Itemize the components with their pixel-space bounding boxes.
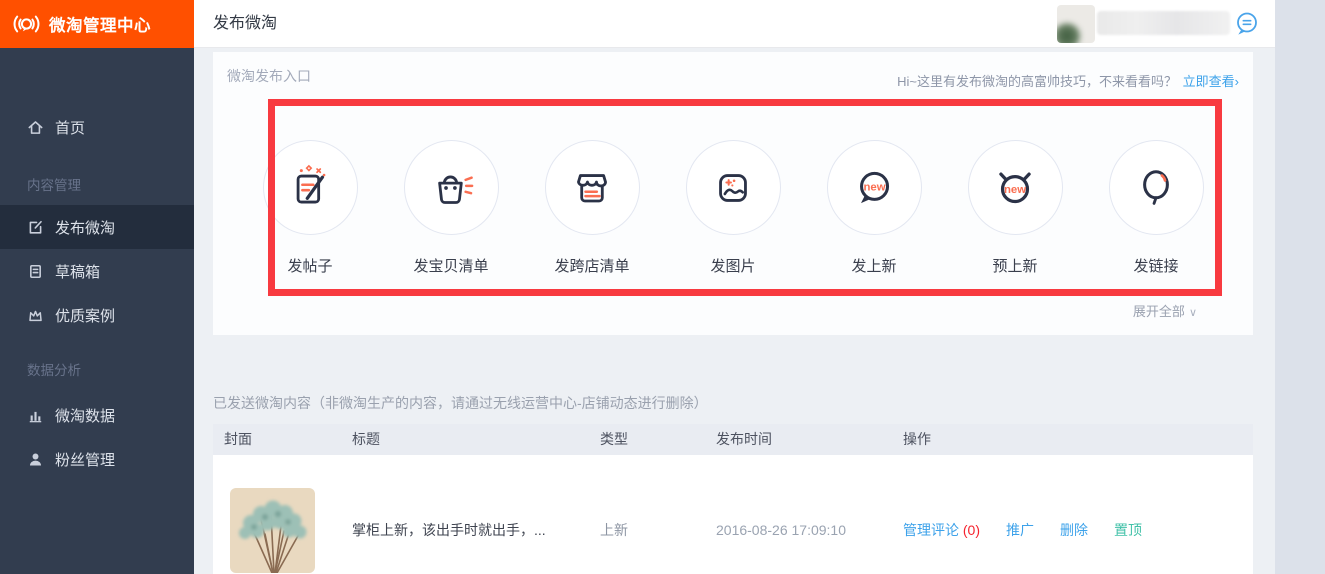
expand-all-label: 展开全部 (1133, 304, 1185, 319)
app-title: 微淘管理中心 (49, 12, 151, 36)
entry-new-arrival[interactable]: new 发上新 (827, 140, 922, 276)
entry-pre-new[interactable]: new 预上新 (968, 140, 1063, 276)
sidebar-item-label: 草稿箱 (55, 261, 100, 282)
fans-icon (27, 451, 44, 468)
promote-link[interactable]: 推广 (1006, 520, 1034, 540)
sidebar-item-label: 微淘数据 (55, 405, 115, 426)
shop-icon (545, 140, 640, 235)
message-bubble-icon[interactable] (1233, 10, 1261, 38)
entry-label: 发跨店清单 (545, 255, 640, 276)
sidebar-item-publish[interactable]: 发布微淘 (0, 205, 194, 249)
sidebar-item-home[interactable]: 首页 (0, 105, 194, 149)
entry-label: 发宝贝清单 (404, 255, 499, 276)
promo-banner: Hi~这里有发布微淘的高富帅技巧，不来看看吗？ 立即查看› (897, 71, 1239, 90)
expand-all-button[interactable]: 展开全部 ∨ (1133, 301, 1197, 320)
entry-picture[interactable]: 发图片 (686, 140, 781, 276)
alarm-new-icon: new (968, 140, 1063, 235)
new-badge-text: new (863, 181, 885, 193)
post-icon (263, 140, 358, 235)
sidebar-item-drafts[interactable]: 草稿箱 (0, 249, 194, 293)
row-publish-time: 2016-08-26 17:09:10 (716, 522, 903, 538)
cover-cell (224, 488, 352, 573)
sidebar-item-label: 优质案例 (55, 305, 115, 326)
entry-item-list[interactable]: 发宝贝清单 (404, 140, 499, 276)
sidebar-section-analytics: 数据分析 (0, 361, 194, 381)
chevron-down-icon: ∨ (1189, 307, 1197, 319)
entry-label: 发链接 (1109, 255, 1204, 276)
comment-count: (0) (963, 522, 980, 538)
home-icon (27, 119, 44, 136)
entry-label: 发帖子 (263, 255, 358, 276)
promo-view-link[interactable]: 立即查看› (1183, 74, 1239, 89)
row-actions: 管理评论 (0) 推广 删除 置顶 (903, 520, 1253, 540)
username-redacted (1097, 11, 1230, 35)
compose-icon (27, 219, 44, 236)
sidebar: 微淘管理中心 首页 内容管理 发布微淘 草稿箱 (0, 0, 194, 574)
entry-link[interactable]: 发链接 (1109, 140, 1204, 276)
picture-icon (686, 140, 781, 235)
col-header-actions: 操作 (903, 424, 1253, 455)
entry-cross-store-list[interactable]: 发跨店清单 (545, 140, 640, 276)
row-title: 掌柜上新，该出手时就出手，... (352, 520, 600, 540)
row-type: 上新 (600, 520, 716, 540)
right-edge-panel (1275, 0, 1325, 574)
entry-post[interactable]: 发帖子 (263, 140, 358, 276)
sidebar-item-label: 粉丝管理 (55, 449, 115, 470)
table-row: 掌柜上新，该出手时就出手，... 上新 2016-08-26 17:09:10 … (213, 455, 1253, 574)
new-badge-text: new (1004, 184, 1026, 196)
speech-new-icon: new (827, 140, 922, 235)
entry-label: 发上新 (827, 255, 922, 276)
chart-icon (27, 407, 44, 424)
col-header-cover: 封面 (224, 424, 352, 455)
page-title: 发布微淘 (213, 0, 277, 48)
col-header-title: 标题 (352, 424, 600, 455)
crown-icon (27, 307, 44, 324)
promo-text: Hi~这里有发布微淘的高富帅技巧，不来看看吗？ (897, 74, 1177, 89)
cover-thumbnail[interactable] (230, 488, 315, 573)
publish-entry-card: 微淘发布入口 Hi~这里有发布微淘的高富帅技巧，不来看看吗？ 立即查看› (213, 52, 1253, 335)
draft-icon (27, 263, 44, 280)
broadcast-logo-icon (13, 11, 40, 38)
delete-link[interactable]: 删除 (1060, 520, 1088, 540)
entry-label: 预上新 (968, 255, 1063, 276)
bag-icon (404, 140, 499, 235)
sidebar-item-cases[interactable]: 优质案例 (0, 293, 194, 337)
entry-label: 发图片 (686, 255, 781, 276)
sidebar-item-label: 发布微淘 (55, 217, 115, 238)
sidebar-item-fans[interactable]: 粉丝管理 (0, 437, 194, 481)
col-header-type: 类型 (600, 424, 716, 455)
main-content: 微淘发布入口 Hi~这里有发布微淘的高富帅技巧，不来看看吗？ 立即查看› (194, 48, 1325, 574)
table-header-row: 封面 标题 类型 发布时间 操作 (213, 424, 1253, 455)
top-header: 发布微淘 (194, 0, 1325, 48)
balloon-icon (1109, 140, 1204, 235)
sidebar-section-content: 内容管理 (0, 176, 194, 196)
manage-comments-link[interactable]: 管理评论 (0) (903, 520, 980, 540)
app-logo-block[interactable]: 微淘管理中心 (0, 0, 194, 48)
avatar[interactable] (1057, 5, 1095, 43)
manage-comments-label: 管理评论 (903, 522, 959, 538)
sidebar-item-data[interactable]: 微淘数据 (0, 393, 194, 437)
sidebar-item-label: 首页 (55, 117, 85, 138)
sent-content-table: 封面 标题 类型 发布时间 操作 (213, 424, 1253, 574)
entry-list: 发帖子 发宝贝清单 (213, 140, 1253, 276)
col-header-time: 发布时间 (716, 424, 903, 455)
pin-top-link[interactable]: 置顶 (1114, 520, 1142, 540)
sent-section-title: 已发送微淘内容（非微淘生产的内容，请通过无线运营中心-店铺动态进行删除） (213, 393, 708, 413)
entry-section-title: 微淘发布入口 (227, 66, 311, 86)
